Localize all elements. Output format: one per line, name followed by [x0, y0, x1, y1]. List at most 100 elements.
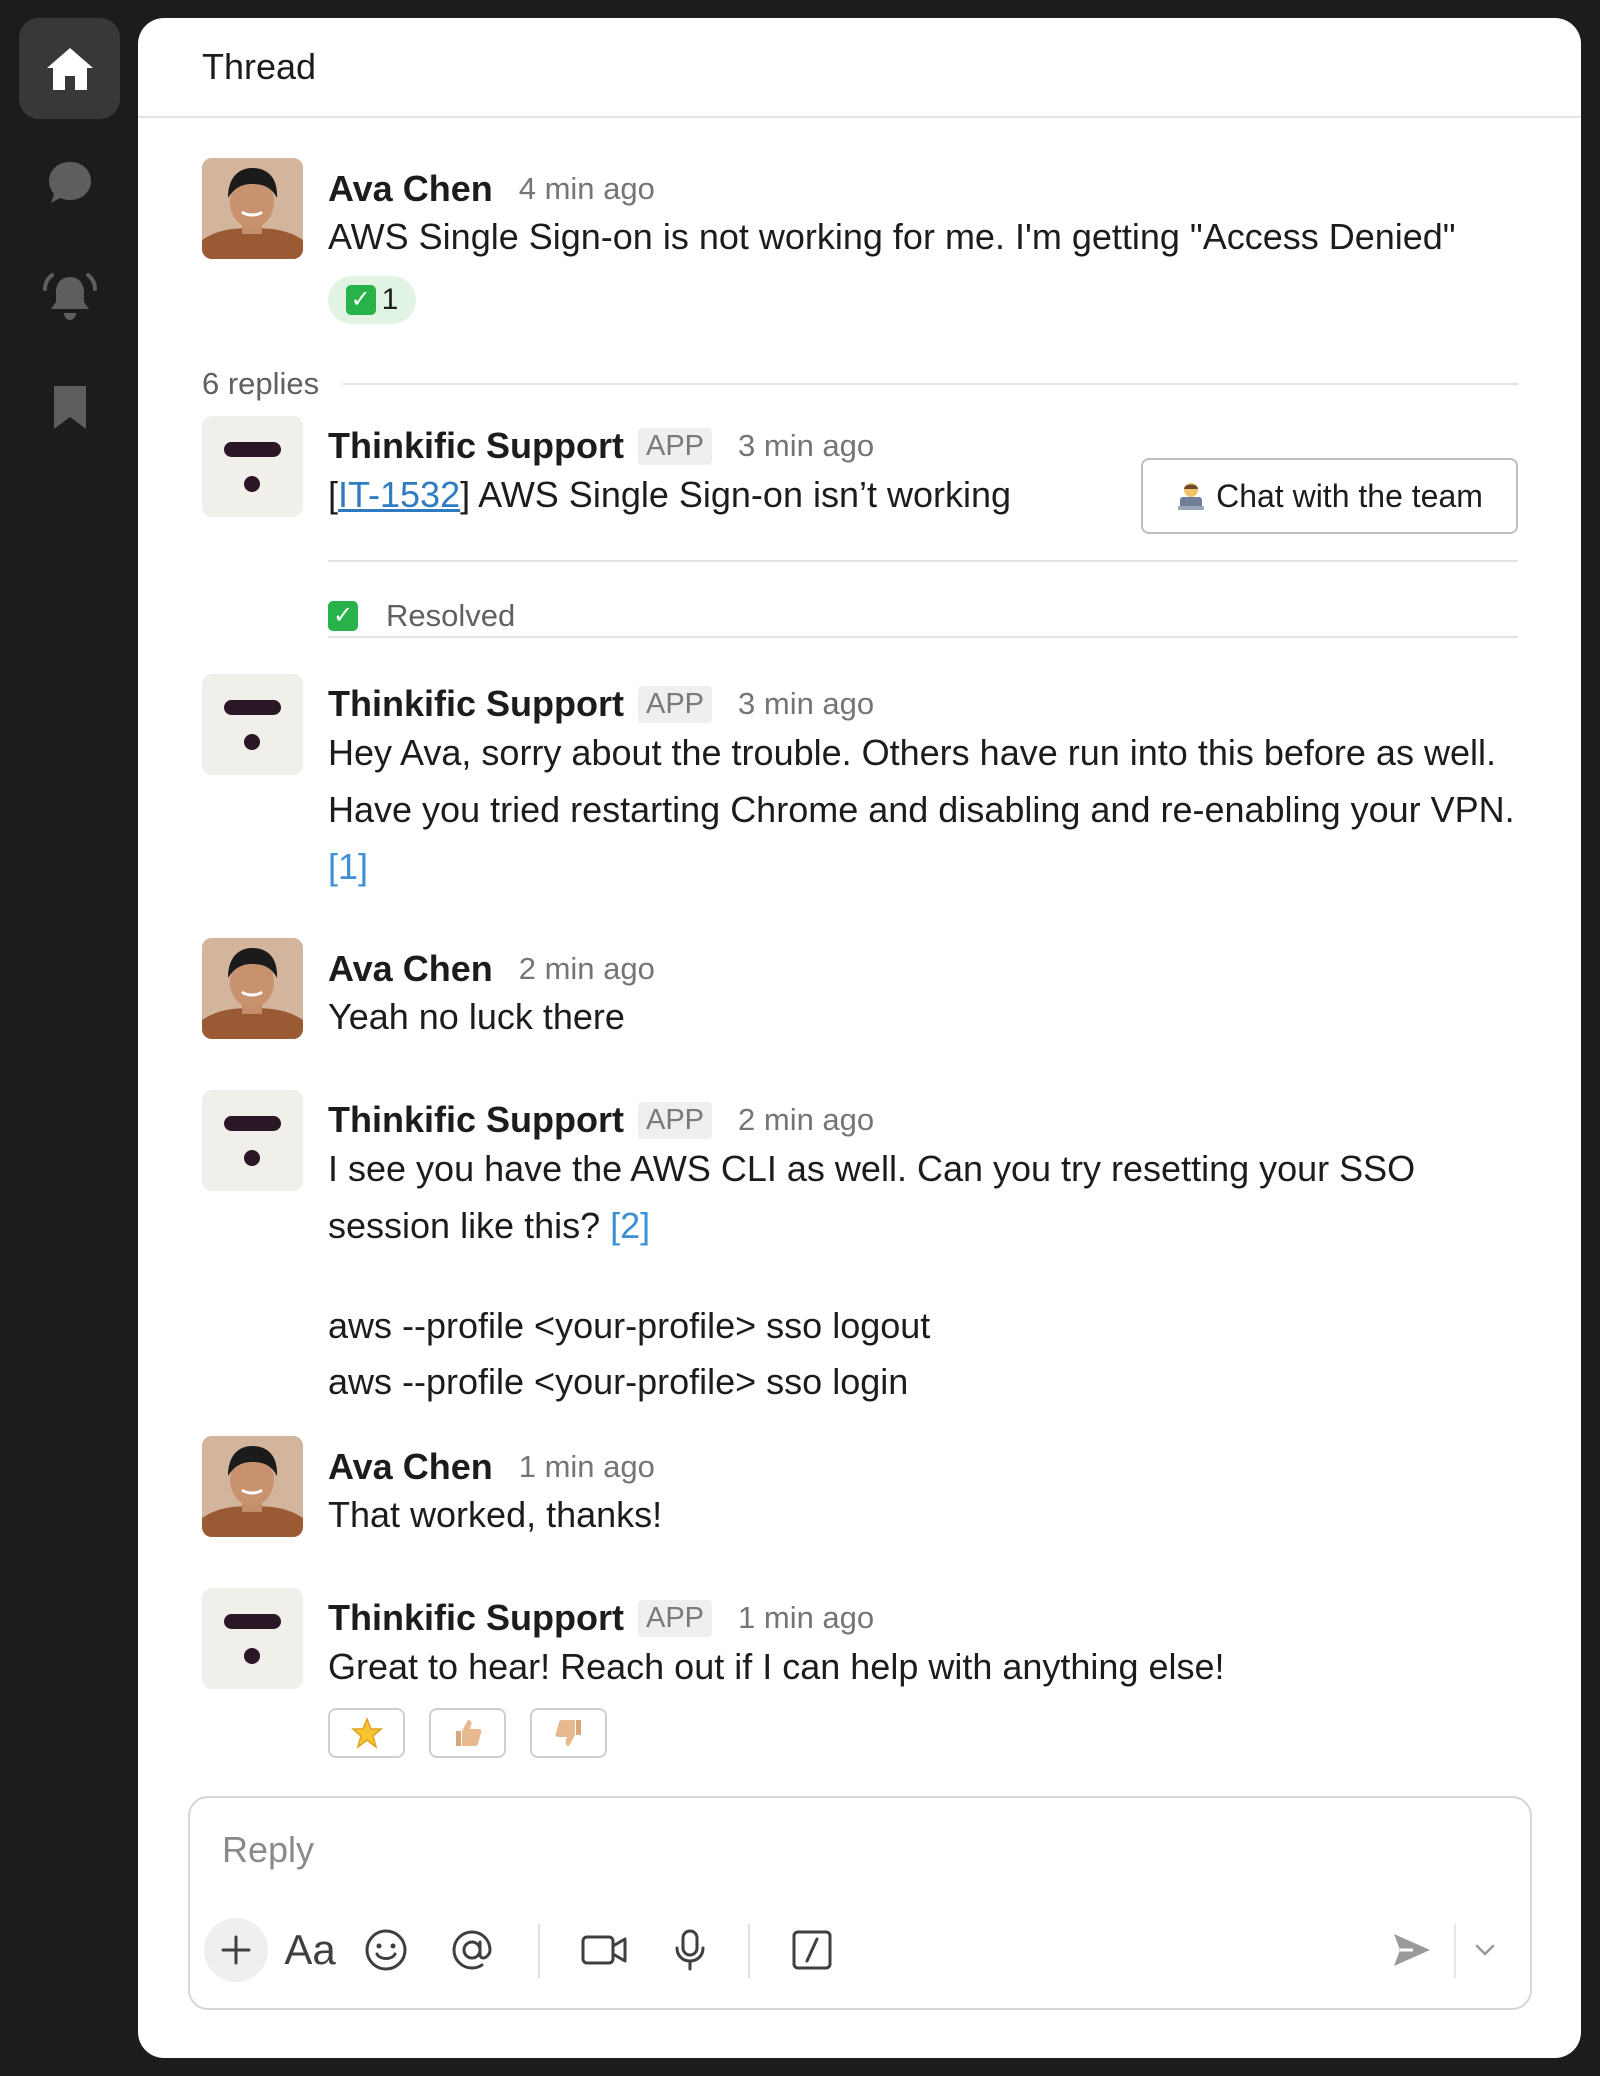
timestamp[interactable]: 2 min ago — [738, 1102, 874, 1138]
thread-panel: Thread Ava Chen 4 min ago AWS Single Sig… — [138, 18, 1581, 2058]
timestamp[interactable]: 2 min ago — [519, 951, 655, 987]
author-name[interactable]: Ava Chen — [328, 948, 493, 990]
bracket-open: [ — [328, 474, 339, 515]
message-text: That worked, thanks! — [328, 1494, 663, 1535]
code-line: aws --profile <your-profile> sso login — [328, 1361, 909, 1402]
chat-with-team-button[interactable]: Chat with the team — [1141, 458, 1518, 534]
technologist-icon — [1178, 483, 1205, 510]
citation-link[interactable]: [2] — [610, 1205, 650, 1246]
page-title: Thread — [202, 46, 317, 87]
author-name[interactable]: Ava Chen — [328, 168, 493, 210]
author-name[interactable]: Thinkific Support — [328, 425, 624, 467]
slash-command-icon — [792, 1930, 832, 1970]
avatar[interactable] — [202, 158, 303, 259]
plus-icon — [221, 1935, 251, 1965]
resolved-check-icon: ✓ — [328, 601, 358, 631]
message-text: AWS Single Sign-on is not working for me… — [328, 216, 1456, 257]
avatar[interactable] — [202, 1588, 303, 1689]
video-button[interactable] — [572, 1918, 636, 1982]
timestamp[interactable]: 1 min ago — [738, 1600, 874, 1636]
message-body: I see you have the AWS CLI as well. Can … — [328, 1148, 1416, 1246]
reaction-count: 1 — [381, 283, 399, 316]
app-badge: APP — [637, 427, 713, 465]
toolbar-separator — [538, 1924, 540, 1978]
chevron-down-icon — [1475, 1944, 1495, 1956]
app-logo-icon — [224, 1614, 281, 1664]
author-name[interactable]: Thinkific Support — [328, 683, 624, 725]
app-badge: APP — [637, 1101, 713, 1139]
citation-link[interactable]: [1] — [328, 846, 368, 887]
message-text: Great to hear! Reach out if I can help w… — [328, 1646, 1225, 1687]
card-divider-bottom — [328, 636, 1518, 638]
thumbs-down-icon — [555, 1720, 581, 1746]
replies-count: 6 replies — [202, 366, 320, 401]
avatar[interactable] — [202, 1090, 303, 1191]
avatar-photo — [202, 938, 303, 1039]
send-options-button[interactable] — [1460, 1918, 1510, 1982]
shortcuts-button[interactable] — [780, 1918, 844, 1982]
avatar-photo — [202, 158, 303, 259]
star-icon — [350, 1717, 383, 1749]
toolbar-separator — [748, 1924, 750, 1978]
ticket-link[interactable]: IT-1532 — [338, 474, 460, 515]
replies-divider: 6 replies — [202, 366, 1518, 402]
author-name[interactable]: Thinkific Support — [328, 1099, 624, 1141]
timestamp[interactable]: 4 min ago — [519, 171, 655, 207]
send-button[interactable] — [1380, 1918, 1444, 1982]
message-text: Yeah no luck there — [328, 996, 625, 1037]
app-logo-icon — [224, 700, 281, 750]
emoji-button[interactable] — [354, 1918, 418, 1982]
home-icon — [46, 47, 93, 90]
reply-input[interactable] — [222, 1822, 1422, 1878]
avatar[interactable] — [202, 674, 303, 775]
feedback-buttons — [328, 1708, 607, 1758]
reply-composer: Aa — [188, 1796, 1532, 2010]
add-button[interactable] — [204, 1918, 268, 1982]
star-button[interactable] — [328, 1708, 405, 1758]
microphone-icon — [675, 1929, 705, 1971]
at-sign-icon — [452, 1930, 492, 1970]
home-button[interactable] — [19, 18, 120, 119]
format-button[interactable]: Aa — [276, 1918, 344, 1982]
ticket-title: AWS Single Sign-on isn’t working — [470, 474, 1012, 515]
check-mark-icon: ✓ — [345, 285, 376, 315]
audio-button[interactable] — [658, 1918, 722, 1982]
smiley-icon — [365, 1929, 407, 1971]
saved-button[interactable] — [19, 356, 120, 457]
avatar[interactable] — [202, 1436, 303, 1537]
app-logo-icon — [224, 1116, 281, 1166]
chat-bubble-icon — [48, 161, 91, 203]
thumbs-down-button[interactable] — [530, 1708, 607, 1758]
avatar-photo — [202, 1436, 303, 1537]
app-badge: APP — [637, 685, 713, 723]
thread-header: Thread — [138, 18, 1581, 118]
reaction-checkmark[interactable]: ✓ 1 — [328, 276, 416, 324]
format-label: Aa — [284, 1926, 336, 1973]
card-divider-top — [328, 560, 1518, 562]
avatar[interactable] — [202, 938, 303, 1039]
timestamp[interactable]: 1 min ago — [519, 1449, 655, 1485]
sidebar — [0, 0, 138, 2076]
message-body: Hey Ava, sorry about the trouble. Others… — [328, 732, 1515, 830]
message-text: Hey Ava, sorry about the trouble. Others… — [328, 724, 1518, 895]
video-camera-icon — [581, 1935, 627, 1965]
mention-button[interactable] — [440, 1918, 504, 1982]
message-text: I see you have the AWS CLI as well. Can … — [328, 1140, 1518, 1254]
bell-icon — [42, 272, 97, 320]
notifications-button[interactable] — [19, 246, 120, 347]
author-name[interactable]: Thinkific Support — [328, 1597, 624, 1639]
timestamp[interactable]: 3 min ago — [738, 428, 874, 464]
timestamp[interactable]: 3 min ago — [738, 686, 874, 722]
send-icon — [1394, 1934, 1430, 1966]
chat-button-label: Chat with the team — [1216, 477, 1483, 514]
author-name[interactable]: Ava Chen — [328, 1446, 493, 1488]
avatar[interactable] — [202, 416, 303, 517]
toolbar-separator — [1454, 1924, 1456, 1978]
status-row: ✓ Resolved — [328, 598, 515, 634]
code-line: aws --profile <your-profile> sso logout — [328, 1305, 931, 1346]
bookmark-icon — [53, 385, 86, 429]
thumbs-up-icon — [455, 1720, 481, 1746]
bracket-close: ] — [460, 474, 471, 515]
messages-button[interactable] — [19, 132, 120, 233]
thumbs-up-button[interactable] — [429, 1708, 506, 1758]
